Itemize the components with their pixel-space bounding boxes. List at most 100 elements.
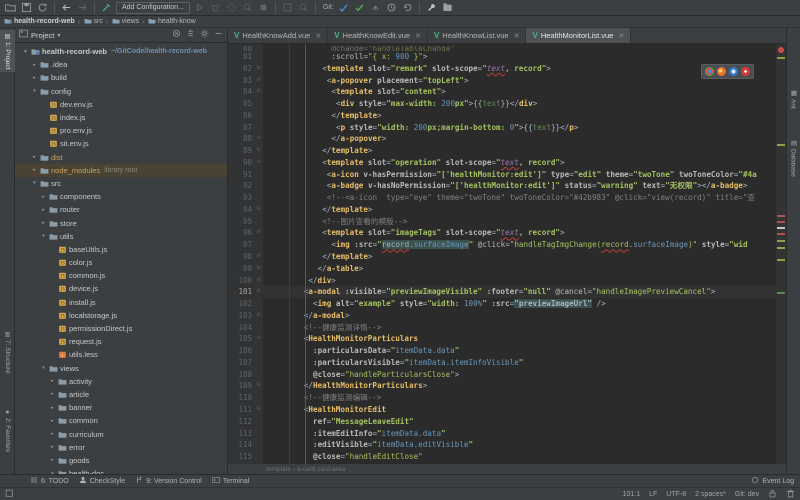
- fold-toggle-icon[interactable]: ⊖: [254, 251, 263, 263]
- rollback-icon[interactable]: [401, 1, 414, 14]
- tree-node-sit-env-js[interactable]: JSsit.env.js: [15, 137, 227, 150]
- tree-node-permissiondirect-js[interactable]: JSpermissionDirect.js: [15, 322, 227, 335]
- sidebar-item-project[interactable]: ▤ 1: Project: [0, 30, 15, 72]
- tree-node-dev-env-js[interactable]: JSdev.env.js: [15, 98, 227, 111]
- fold-toggle-icon[interactable]: ⊖: [254, 333, 263, 345]
- tree-node-store[interactable]: ▸store: [15, 216, 227, 229]
- sidebar-item-database[interactable]: ▤ Database: [786, 136, 800, 180]
- fold-toggle-icon[interactable]: ⊖: [254, 380, 263, 392]
- tree-node-request-js[interactable]: JSrequest.js: [15, 335, 227, 348]
- fold-toggle-icon[interactable]: ⊖: [254, 263, 263, 275]
- tree-expand-arrow-icon[interactable]: ▾: [39, 233, 48, 239]
- settings-wrench-icon[interactable]: [425, 1, 438, 14]
- line-number[interactable]: 116: [228, 463, 254, 464]
- line-number[interactable]: 102: [228, 298, 254, 310]
- tool-window-checkstyle[interactable]: CheckStyle: [79, 476, 125, 486]
- code-line-95[interactable]: <!--图片查看的模版-->: [263, 216, 776, 228]
- code-line-82[interactable]: <template slot="remark" slot-scope="text…: [263, 63, 776, 75]
- code-line-92[interactable]: <a-badge v-hasNoPermission="['healthMoni…: [263, 180, 776, 192]
- line-number[interactable]: 103: [228, 310, 254, 322]
- editor-tab-bar[interactable]: VHealthKnowAdd.vue✕VHealthKnowEdit.vue✕V…: [228, 28, 786, 44]
- fold-toggle-icon[interactable]: ⊖: [254, 145, 263, 157]
- code-line-103[interactable]: </a-modal>: [263, 310, 776, 322]
- editor-tab-healthknowedit-vue[interactable]: VHealthKnowEdit.vue✕: [328, 28, 428, 43]
- code-line-102[interactable]: <img alt="example" style="width: 100%" :…: [263, 298, 776, 310]
- code-line-112[interactable]: ref="MessageLeaveEdit": [263, 416, 776, 428]
- tree-node-baseutils-js[interactable]: JSbaseUtils.js: [15, 243, 227, 256]
- tree-node-banner[interactable]: ▸banner: [15, 401, 227, 414]
- tree-expand-arrow-icon[interactable]: ▸: [30, 75, 39, 81]
- line-number[interactable]: 107: [228, 357, 254, 369]
- tree-node-goods[interactable]: ▸goods: [15, 454, 227, 467]
- code-line-87[interactable]: <p style="width: 200px;margin-bottom: 0"…: [263, 122, 776, 134]
- project-tree[interactable]: ▾health-record-web~/GitCode/health-recor…: [15, 43, 227, 474]
- line-number[interactable]: 96: [228, 227, 254, 239]
- code-line-107[interactable]: :particularsVisible="itemData.itemInfoVi…: [263, 357, 776, 369]
- run-configuration-selector[interactable]: Add Configuration...: [116, 2, 190, 14]
- tree-expand-arrow-icon[interactable]: ▸: [39, 194, 48, 200]
- push-icon[interactable]: [369, 1, 382, 14]
- gear-icon[interactable]: [200, 29, 209, 41]
- tree-expand-arrow-icon[interactable]: ▸: [48, 431, 57, 437]
- memory-indicator-icon[interactable]: [5, 489, 14, 500]
- firefox-icon[interactable]: [717, 67, 726, 76]
- back-arrow-icon[interactable]: [60, 1, 73, 14]
- line-number[interactable]: 108: [228, 369, 254, 381]
- fold-toggle-icon[interactable]: ⊖: [254, 227, 263, 239]
- chrome-icon[interactable]: [705, 67, 714, 76]
- code-line-89[interactable]: </template>: [263, 145, 776, 157]
- code-line-99[interactable]: </a-table>: [263, 263, 776, 275]
- code-line-98[interactable]: </template>: [263, 251, 776, 263]
- error-count-badge[interactable]: [778, 47, 784, 53]
- code-line-110[interactable]: <!--健康监测编辑-->: [263, 392, 776, 404]
- tree-expand-arrow-icon[interactable]: ▸: [30, 167, 39, 173]
- line-number[interactable]: 87: [228, 122, 254, 134]
- code-line-85[interactable]: <div style="max-width: 200px">{{text}}</…: [263, 98, 776, 110]
- code-line-97[interactable]: <img :src="record.surfaceImage" @click="…: [263, 239, 776, 251]
- code-line-113[interactable]: :itemEditInfo="itemData.data": [263, 428, 776, 440]
- tree-node-color-js[interactable]: JScolor.js: [15, 256, 227, 269]
- line-number[interactable]: 114: [228, 439, 254, 451]
- code-text-area[interactable]: @change="handleTableChange":scroll="{ x:…: [263, 44, 776, 464]
- line-number[interactable]: 95: [228, 216, 254, 228]
- tree-expand-arrow-icon[interactable]: ▸: [48, 418, 57, 424]
- code-line-104[interactable]: <!--健康监测详情-->: [263, 322, 776, 334]
- breadcrumb-item-src[interactable]: src: [84, 17, 103, 27]
- sidebar-item-structure[interactable]: ▥ 7: Structure: [0, 328, 15, 377]
- code-line-116[interactable]: @success="handleEditSuccess">: [263, 463, 776, 464]
- tree-node-common-js[interactable]: JScommon.js: [15, 269, 227, 282]
- line-number[interactable]: 91: [228, 169, 254, 181]
- line-number[interactable]: 101: [228, 286, 254, 298]
- file-encoding[interactable]: UTF-8: [666, 491, 686, 498]
- tree-node-health-doc[interactable]: ▾health-doc: [15, 467, 227, 474]
- code-line-115[interactable]: @close="handleEditClose": [263, 451, 776, 463]
- line-number[interactable]: 113: [228, 428, 254, 440]
- build-hammer-icon[interactable]: [100, 1, 113, 14]
- line-number[interactable]: 86: [228, 110, 254, 122]
- save-icon[interactable]: [20, 1, 33, 14]
- browser-preview-popup[interactable]: [701, 64, 754, 79]
- close-icon[interactable]: ✕: [618, 32, 624, 40]
- breadcrumb-item-health-know[interactable]: health-know: [148, 17, 196, 27]
- close-icon[interactable]: ✕: [415, 32, 421, 40]
- tree-node-node-modules[interactable]: ▸node_moduleslibrary root: [15, 164, 227, 177]
- caret-position[interactable]: 101:1: [623, 491, 641, 498]
- fold-toggle-icon[interactable]: ⊖: [254, 157, 263, 169]
- tree-expand-arrow-icon[interactable]: ▾: [21, 49, 30, 55]
- code-line-108[interactable]: @close="handleParticularsClose">: [263, 369, 776, 381]
- sidebar-item-ant[interactable]: ▦ Ant: [786, 86, 800, 112]
- line-number[interactable]: 82: [228, 63, 254, 75]
- editor-breadcrumb-item-template[interactable]: template: [266, 466, 291, 473]
- trash-icon[interactable]: [786, 489, 795, 500]
- tree-node-health-record-web[interactable]: ▾health-record-web~/GitCode/health-recor…: [15, 45, 227, 58]
- editor-breadcrumb-item-card[interactable]: a-card.card-area: [297, 466, 345, 473]
- editor-tab-healthknowadd-vue[interactable]: VHealthKnowAdd.vue✕: [228, 28, 328, 43]
- code-line-83[interactable]: <a-popover placement="topLeft">: [263, 75, 776, 87]
- fold-toggle-icon[interactable]: ⊖: [254, 63, 263, 75]
- code-line-109[interactable]: </HealthMonitorParticulars>: [263, 380, 776, 392]
- tree-node-dist[interactable]: ▸dist: [15, 151, 227, 164]
- line-number[interactable]: 98: [228, 251, 254, 263]
- line-separator[interactable]: LF: [649, 491, 657, 498]
- tree-node-activity[interactable]: ▸activity: [15, 375, 227, 388]
- line-number[interactable]: 115: [228, 451, 254, 463]
